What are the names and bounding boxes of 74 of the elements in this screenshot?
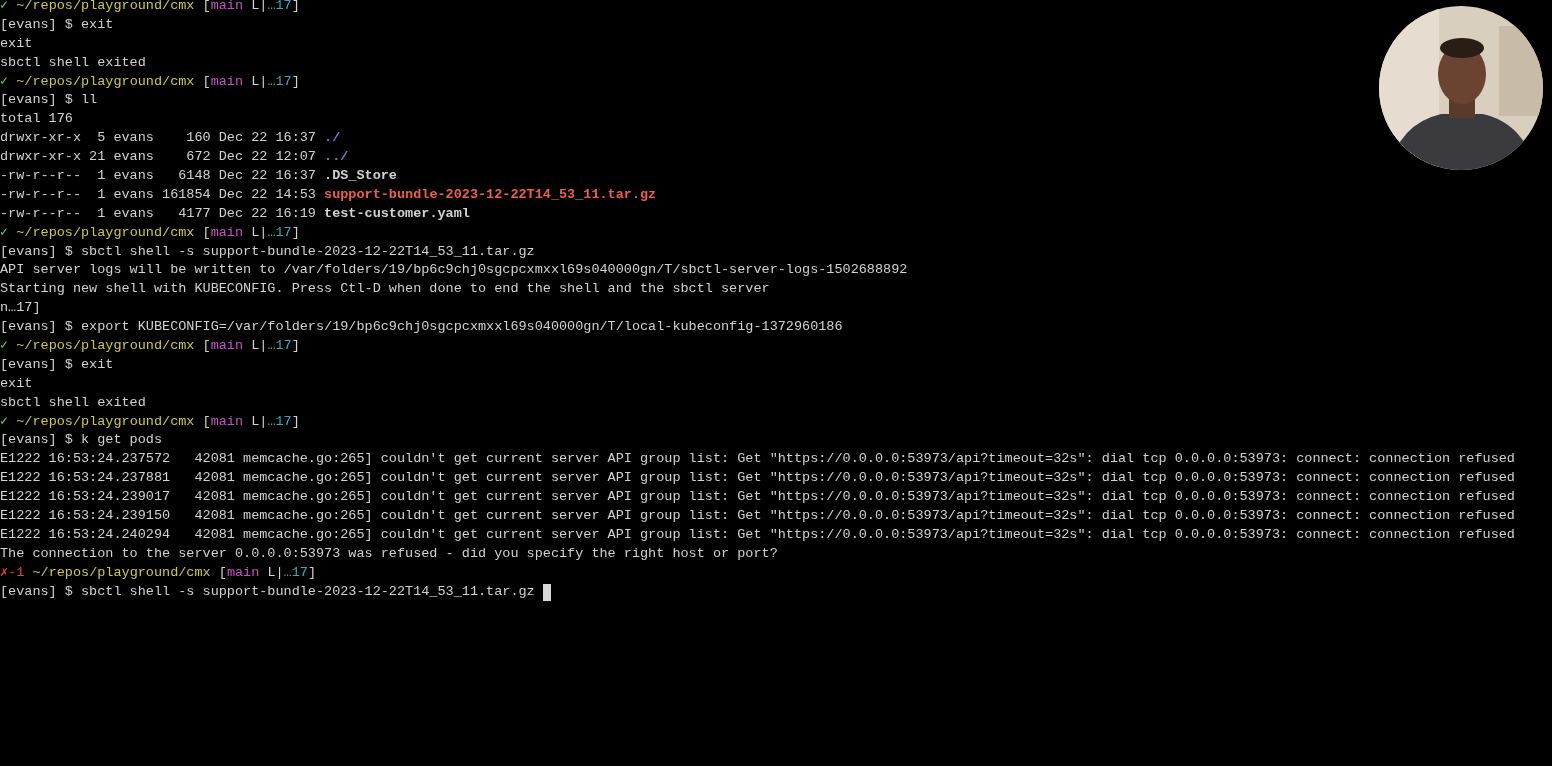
output-line: exit <box>0 374 33 393</box>
output-line: [evans] $ ll <box>0 91 98 110</box>
prompt-status: ✓ <box>0 223 9 242</box>
file-name: .DS_Store <box>324 167 397 185</box>
git-branch: main <box>210 0 244 15</box>
git-flags: L| <box>267 563 284 582</box>
prompt-bracket: ] <box>291 0 300 15</box>
output-line: E1222 16:53:24.239150 42081 memcache.go:265] couldn't get current server API group list: Get "https://0.0.0.0:53973/api?timeout=32s": dial tcp 0.0.0.0:53973: connect: connection refused <box>0 507 1515 526</box>
git-flags: L| <box>251 337 268 356</box>
file-details: -rw-r--r-- 1 evans 161854 Dec 22 14:53 <box>0 185 317 204</box>
file-details: -rw-r--r-- 1 evans 6148 Dec 22 16:37 <box>0 167 317 185</box>
git-flags: L| <box>251 0 268 15</box>
prompt-status: ✓ <box>0 72 9 91</box>
git-branch: main <box>210 337 244 356</box>
git-count: …17 <box>283 563 308 582</box>
git-flags: L| <box>251 72 268 91</box>
git-count: …17 <box>267 412 292 431</box>
git-branch: main <box>210 223 244 242</box>
git-count: …17 <box>267 72 292 91</box>
prompt-bracket: ] <box>291 337 300 356</box>
output-line: [evans] $ k get pods <box>0 431 163 450</box>
output-line: E1222 16:53:24.240294 42081 memcache.go:265] couldn't get current server API group list: Get "https://0.0.0.0:53973/api?timeout=32s": dial tcp 0.0.0.0:53973: connect: connection refused <box>0 525 1515 544</box>
output-line: [evans] $ exit <box>0 15 114 34</box>
output-line: [evans] $ exit <box>0 355 114 374</box>
prompt-bracket: [ <box>202 223 211 242</box>
prompt-path: ~/repos/playground/cmx <box>16 0 195 15</box>
prompt-bracket: [ <box>202 412 211 431</box>
prompt-bracket: [ <box>202 0 211 15</box>
output-line: exit <box>0 34 33 53</box>
prompt-path: ~/repos/playground/cmx <box>32 563 211 582</box>
git-flags: L| <box>251 223 268 242</box>
output-line: The connection to the server 0.0.0.0:53973 was refused - did you specify the right host or port? <box>0 544 778 563</box>
output-line: API server logs will be written to /var/folders/19/bp6c9chj0sgcpcxmxxl69s040000gn/T/sbctl-server-logs-1502688892 <box>0 261 908 280</box>
prompt-bracket: [ <box>202 72 211 91</box>
prompt-status: ✓ <box>0 337 9 356</box>
output-line: n…17] <box>0 299 41 318</box>
prompt-status: ✓ <box>0 0 9 15</box>
output-line: total 176 <box>0 110 73 129</box>
git-branch: main <box>210 412 244 431</box>
command-line: [evans] $ sbctl shell -s support-bundle-2023-12-22T14_53_11.tar.gz <box>0 582 535 601</box>
prompt-bracket: ] <box>291 223 300 242</box>
prompt-bracket: ] <box>291 412 300 431</box>
output-line: [evans] $ sbctl shell -s support-bundle-2023-12-22T14_53_11.tar.gz <box>0 242 535 261</box>
prompt-path: ~/repos/playground/cmx <box>16 337 195 356</box>
prompt-path: ~/repos/playground/cmx <box>16 223 195 242</box>
file-name: support-bundle-2023-12-22T14_53_11.tar.gz <box>324 185 657 204</box>
prompt-path: ~/repos/playground/cmx <box>16 72 195 91</box>
output-line: E1222 16:53:24.237572 42081 memcache.go:265] couldn't get current server API group list: Get "https://0.0.0.0:53973/api?timeout=32s": dial tcp 0.0.0.0:53973: connect: connection refused <box>0 450 1515 469</box>
git-count: …17 <box>267 0 292 15</box>
cursor <box>542 583 551 601</box>
output-line: sbctl shell exited <box>0 53 146 72</box>
prompt-path: ~/repos/playground/cmx <box>16 412 195 431</box>
prompt-bracket: [ <box>202 337 211 356</box>
file-details: -rw-r--r-- 1 evans 4177 Dec 22 16:19 <box>0 204 317 223</box>
git-branch: main <box>210 72 244 91</box>
file-name: ../ <box>324 148 349 167</box>
prompt-bracket: [ <box>218 563 227 582</box>
prompt-bracket: ] <box>291 72 300 91</box>
output-line: Starting new shell with KUBECONFIG. Press Ctl-D when done to end the shell and the sbctl server <box>0 280 770 299</box>
file-details: drwxr-xr-x 5 evans 160 Dec 22 16:37 <box>0 129 317 148</box>
prompt-status: ✓ <box>0 412 9 431</box>
output-line: E1222 16:53:24.237881 42081 memcache.go:265] couldn't get current server API group list: Get "https://0.0.0.0:53973/api?timeout=32s": dial tcp 0.0.0.0:53973: connect: connection refused <box>0 469 1515 488</box>
file-details: drwxr-xr-x 21 evans 672 Dec 22 12:07 <box>0 148 317 167</box>
git-flags: L| <box>251 412 268 431</box>
output-line: E1222 16:53:24.239017 42081 memcache.go:265] couldn't get current server API group list: Get "https://0.0.0.0:53973/api?timeout=32s": dial tcp 0.0.0.0:53973: connect: connection refused <box>0 488 1515 507</box>
git-branch: main <box>226 563 260 582</box>
output-line: sbctl shell exited <box>0 393 146 412</box>
git-count: …17 <box>267 223 292 242</box>
prompt-status: ✗-1 <box>0 563 25 582</box>
git-count: …17 <box>267 337 292 356</box>
file-name: ./ <box>324 129 341 148</box>
prompt-bracket: ] <box>307 563 316 582</box>
file-name: test-customer.yaml <box>324 204 470 223</box>
output-line: [evans] $ export KUBECONFIG=/var/folders/19/bp6c9chj0sgcpcxmxxl69s040000gn/T/local-kubeconfig-1372960186 <box>0 318 843 337</box>
